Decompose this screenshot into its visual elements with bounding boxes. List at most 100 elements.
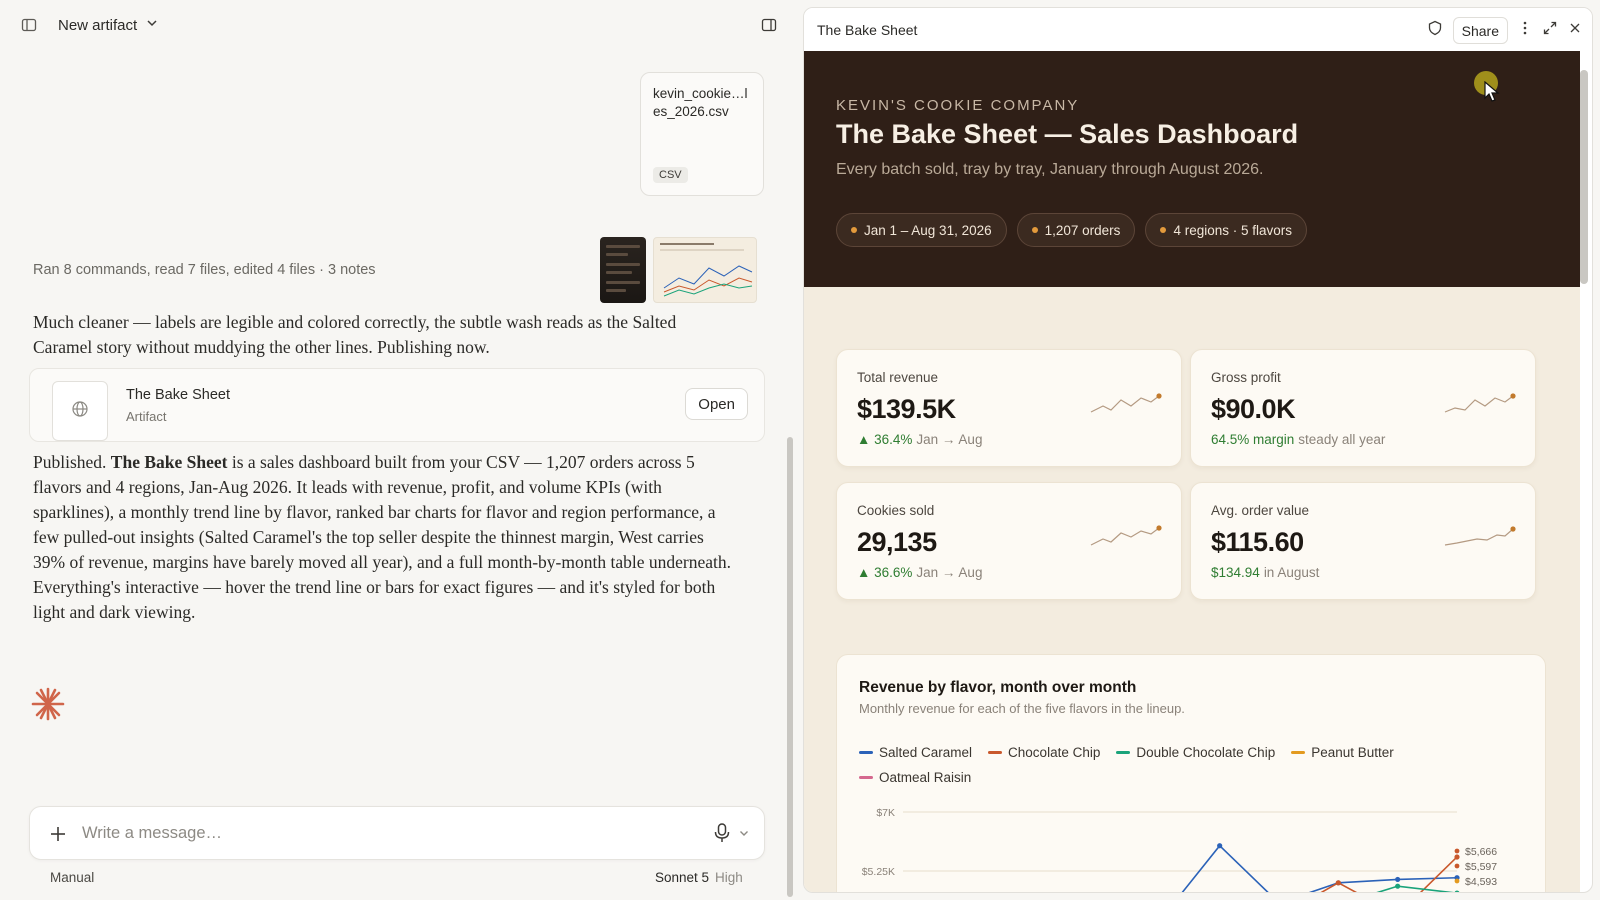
- close-icon[interactable]: [1568, 21, 1582, 40]
- message-input[interactable]: Write a message…: [82, 824, 222, 843]
- claude-spark-icon: [30, 686, 66, 727]
- kpi-cookies-sold[interactable]: Cookies sold 29,135 ▲ 36.6% Jan → Aug: [836, 482, 1182, 600]
- message-composer[interactable]: Write a message…: [29, 806, 765, 860]
- legend-item[interactable]: Double Chocolate Chip: [1116, 745, 1275, 760]
- data-point[interactable]: [1395, 883, 1401, 889]
- data-point[interactable]: [1335, 880, 1341, 886]
- shield-icon[interactable]: [1427, 20, 1443, 41]
- artifact-title: The Bake Sheet: [126, 387, 230, 403]
- data-point[interactable]: [1454, 890, 1460, 893]
- legend-swatch: [859, 776, 873, 779]
- kpi-note: Jan → Aug: [916, 565, 983, 580]
- dashboard-hero: KEVIN'S COOKIE COMPANY The Bake Sheet — …: [804, 51, 1580, 287]
- message-text: is a sales dashboard built from your CSV…: [33, 452, 731, 622]
- kpi-note: in August: [1263, 565, 1320, 580]
- kpi-change: $134.94: [1211, 565, 1260, 580]
- conversation-title[interactable]: New artifact: [58, 17, 137, 34]
- chip-label: 1,207 orders: [1044, 222, 1121, 238]
- attachment-name: kevin_cookie…les_2026.csv: [653, 86, 748, 119]
- scrollbar-thumb[interactable]: [1580, 70, 1588, 284]
- dashboard-title: The Bake Sheet — Sales Dashboard: [836, 119, 1299, 149]
- legend-label: Oatmeal Raisin: [879, 770, 972, 785]
- expand-icon[interactable]: [1542, 20, 1558, 41]
- kpi-total-revenue[interactable]: Total revenue $139.5K ▲ 36.4% Jan → Aug: [836, 349, 1182, 467]
- kpi-label: Cookies sold: [857, 503, 935, 518]
- tool-activity-summary[interactable]: Ran 8 commands, read 7 files, edited 4 f…: [33, 262, 376, 278]
- company-name: KEVIN'S COOKIE COMPANY: [836, 97, 1080, 114]
- screenshot-thumbnail-light[interactable]: [653, 237, 757, 303]
- scrollbar-thumb[interactable]: [787, 437, 793, 897]
- legend-label: Double Chocolate Chip: [1136, 745, 1276, 760]
- date-range-chip: Jan 1 – Aug 31, 2026: [836, 213, 1007, 247]
- globe-icon: [71, 400, 89, 423]
- artifact-scrollbar[interactable]: [1580, 56, 1588, 886]
- chart-plot[interactable]: $7K $5.25K $5,666 $5,597 $4,593: [837, 795, 1547, 893]
- artifact-card[interactable]: The Bake Sheet Artifact Open: [29, 368, 765, 442]
- artifact-pane: The Bake Sheet Share KEVIN'S COOKIE COMP…: [803, 7, 1593, 893]
- legend-swatch: [1116, 751, 1131, 754]
- series-line[interactable]: [1160, 844, 1458, 893]
- kpi-label: Gross profit: [1211, 370, 1281, 385]
- message-artifact-name: The Bake Sheet: [110, 452, 228, 472]
- kpi-delta: ▲ 36.4% Jan → Aug: [857, 432, 982, 447]
- chart-legend: Salted Caramel Chocolate Chip Double Choco…: [859, 745, 1439, 785]
- chevron-down-icon[interactable]: [738, 826, 750, 844]
- chat-scrollbar[interactable]: [787, 52, 793, 898]
- plus-icon[interactable]: [46, 822, 70, 851]
- kpi-note: Jan → Aug: [916, 432, 983, 447]
- artifact-actions: Share: [1427, 17, 1582, 44]
- end-value-label: $5,666: [1465, 846, 1497, 858]
- chart-title: Revenue by flavor, month over month: [859, 679, 1137, 696]
- end-label-dot: [1454, 878, 1460, 884]
- dashboard-subtitle: Every batch sold, tray by tray, January …: [836, 161, 1264, 178]
- attachment-card[interactable]: kevin_cookie…les_2026.csv CSV: [640, 72, 764, 196]
- kpi-value: $139.5K: [857, 394, 956, 424]
- chevron-down-icon[interactable]: [145, 16, 159, 35]
- end-label-dot: [1454, 848, 1460, 854]
- open-artifact-button[interactable]: Open: [685, 388, 748, 420]
- kpi-avg-order-value[interactable]: Avg. order value $115.60 $134.94 in Augus…: [1190, 482, 1536, 600]
- sparkline: [1444, 393, 1516, 413]
- kpi-gross-profit[interactable]: Gross profit $90.0K 64.5% margin steady a…: [1190, 349, 1536, 467]
- effort-level: High: [715, 870, 743, 885]
- model-name: Sonnet 5: [655, 870, 710, 885]
- kpi-label: Total revenue: [857, 370, 939, 385]
- bullet-dot: [1160, 227, 1167, 233]
- legend-item[interactable]: Oatmeal Raisin: [859, 770, 971, 785]
- chat-topbar: New artifact: [18, 14, 159, 36]
- orders-chip: 1,207 orders: [1016, 213, 1136, 247]
- kpi-value: $90.0K: [1211, 394, 1296, 424]
- more-options-icon[interactable]: [1518, 20, 1532, 41]
- legend-label: Chocolate Chip: [1008, 745, 1101, 760]
- chip-label: 4 regions · 5 flavors: [1173, 222, 1292, 238]
- sidebar-toggle-icon[interactable]: [18, 14, 40, 36]
- legend-swatch: [1291, 751, 1306, 754]
- dashboard-canvas: KEVIN'S COOKIE COMPANY The Bake Sheet — …: [804, 51, 1580, 893]
- bullet-dot: [851, 227, 857, 233]
- legend-label: Peanut Butter: [1311, 745, 1394, 760]
- legend-item[interactable]: Peanut Butter: [1291, 745, 1394, 760]
- artifact-panel-toggle-icon[interactable]: [758, 14, 780, 36]
- data-point[interactable]: [1395, 876, 1401, 883]
- kpi-label: Avg. order value: [1211, 503, 1310, 518]
- y-tick-label: $7K: [876, 807, 895, 819]
- bullet-dot: [1031, 227, 1038, 233]
- assistant-message: Published. The Bake Sheet is a sales das…: [33, 450, 733, 625]
- attachment-type-badge: CSV: [653, 167, 688, 183]
- legend-item[interactable]: Salted Caramel: [859, 745, 972, 760]
- data-point[interactable]: [1454, 854, 1460, 860]
- mode-selector[interactable]: Manual: [50, 870, 94, 885]
- model-selector[interactable]: Sonnet 5 High: [655, 870, 743, 885]
- screenshot-thumbnail-dark[interactable]: [600, 237, 646, 303]
- artifact-header: The Bake Sheet Share: [804, 8, 1592, 51]
- kpi-value: $115.60: [1211, 527, 1304, 557]
- microphone-icon[interactable]: [712, 822, 732, 849]
- kpi-delta: 64.5% margin steady all year: [1211, 432, 1385, 447]
- chip-label: Jan 1 – Aug 31, 2026: [864, 222, 992, 238]
- share-button[interactable]: Share: [1452, 17, 1508, 44]
- revenue-by-flavor-chart[interactable]: Revenue by flavor, month over month Mont…: [836, 654, 1547, 893]
- series-line[interactable]: [1220, 856, 1458, 893]
- data-point[interactable]: [1217, 843, 1223, 849]
- y-tick-label: $5.25K: [862, 866, 895, 878]
- legend-item[interactable]: Chocolate Chip: [988, 745, 1100, 760]
